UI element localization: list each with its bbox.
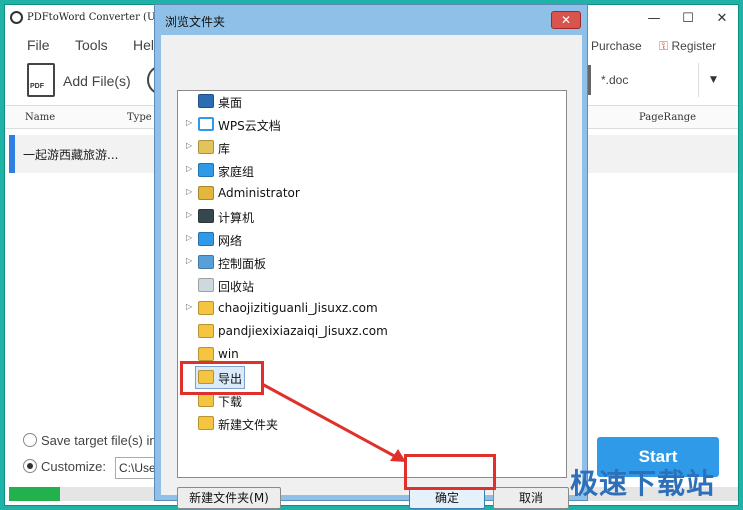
annotation-arrow [261, 382, 406, 462]
watermark: 极速下载站 [570, 467, 716, 500]
